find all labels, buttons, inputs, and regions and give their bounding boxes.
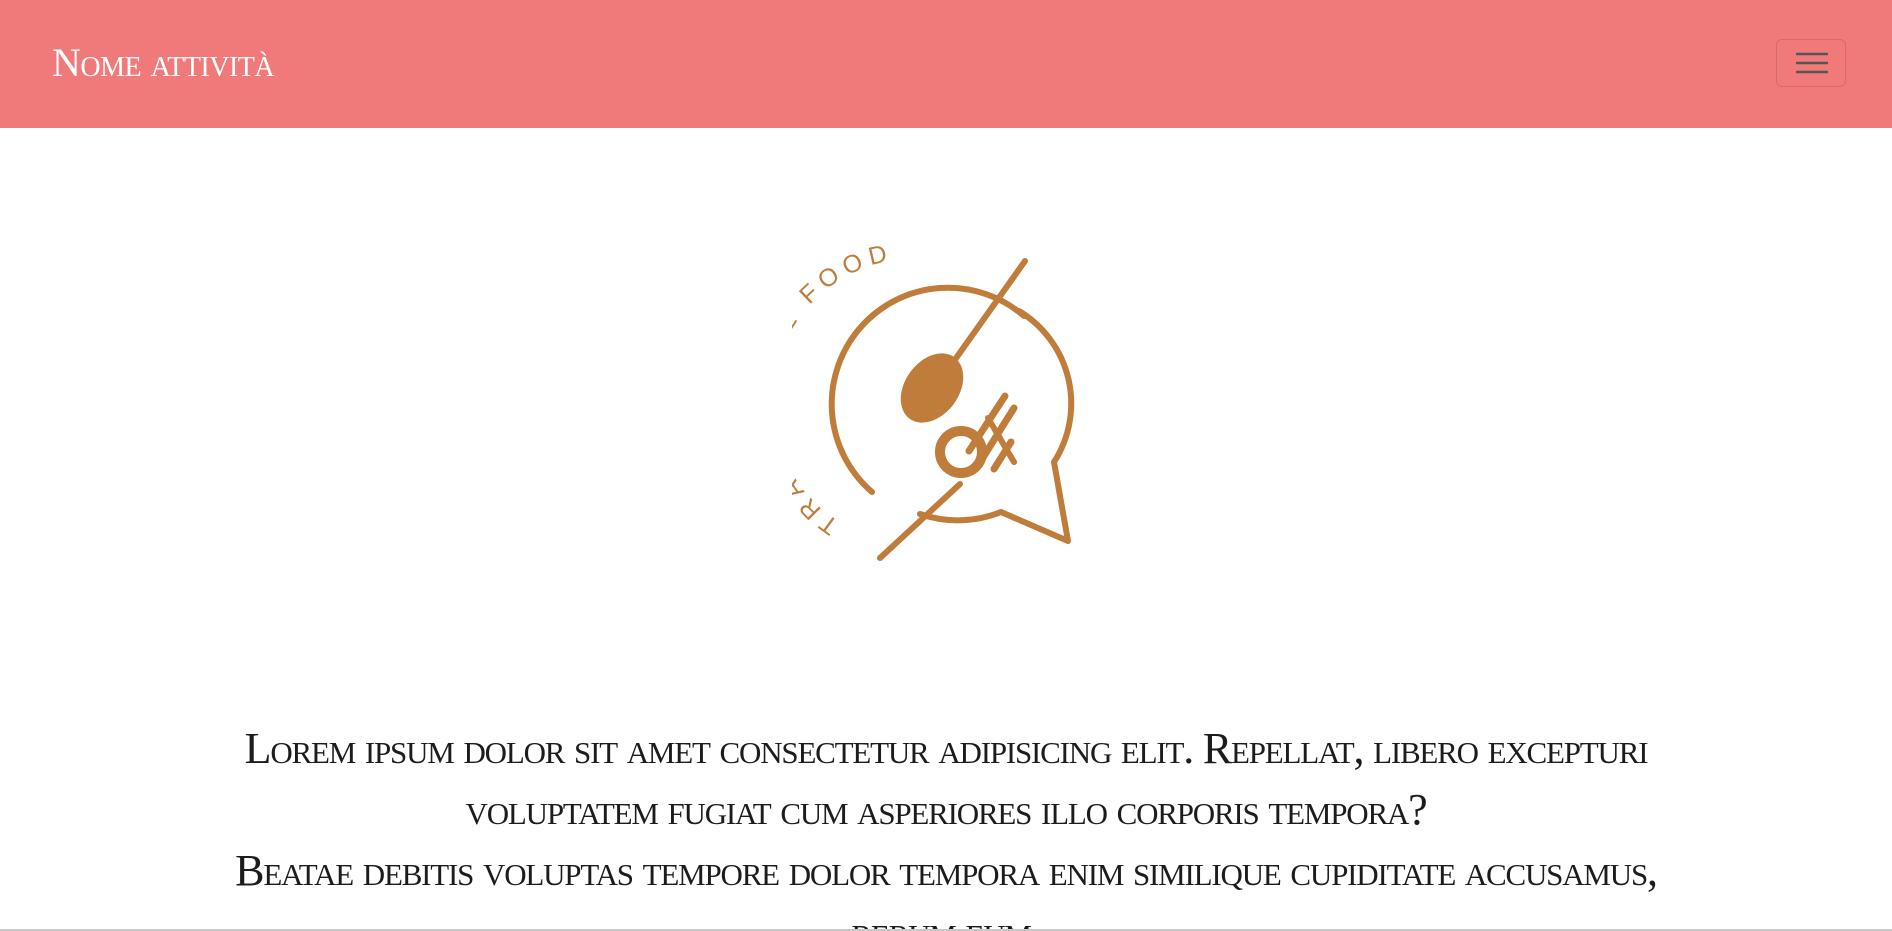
logo-arc-text-path: TRADITIONAL FOOD xyxy=(750,238,889,540)
intro-paragraph-1: Lorem ipsum dolor sit amet consectetur a… xyxy=(244,724,1649,834)
hamburger-menu-icon xyxy=(1796,52,1828,74)
logo-arc-text: TRADITIONAL FOOD xyxy=(792,240,896,540)
fork-icon xyxy=(877,392,1018,561)
brand-name[interactable]: Nome attività xyxy=(52,38,275,88)
intro-paragraph-2: Beatae debitis voluptas tempore dolor te… xyxy=(235,846,1658,931)
top-navbar: Nome attività xyxy=(0,0,1892,128)
traditional-food-logo: TRADITIONAL FOOD xyxy=(750,238,1088,572)
navbar-toggle-button[interactable] xyxy=(1776,39,1846,87)
intro-text: Lorem ipsum dolor sit amet consectetur a… xyxy=(200,718,1692,931)
logo-graphic: TRADITIONAL FOOD xyxy=(750,238,1075,561)
speech-bubble-icon xyxy=(828,284,1075,544)
